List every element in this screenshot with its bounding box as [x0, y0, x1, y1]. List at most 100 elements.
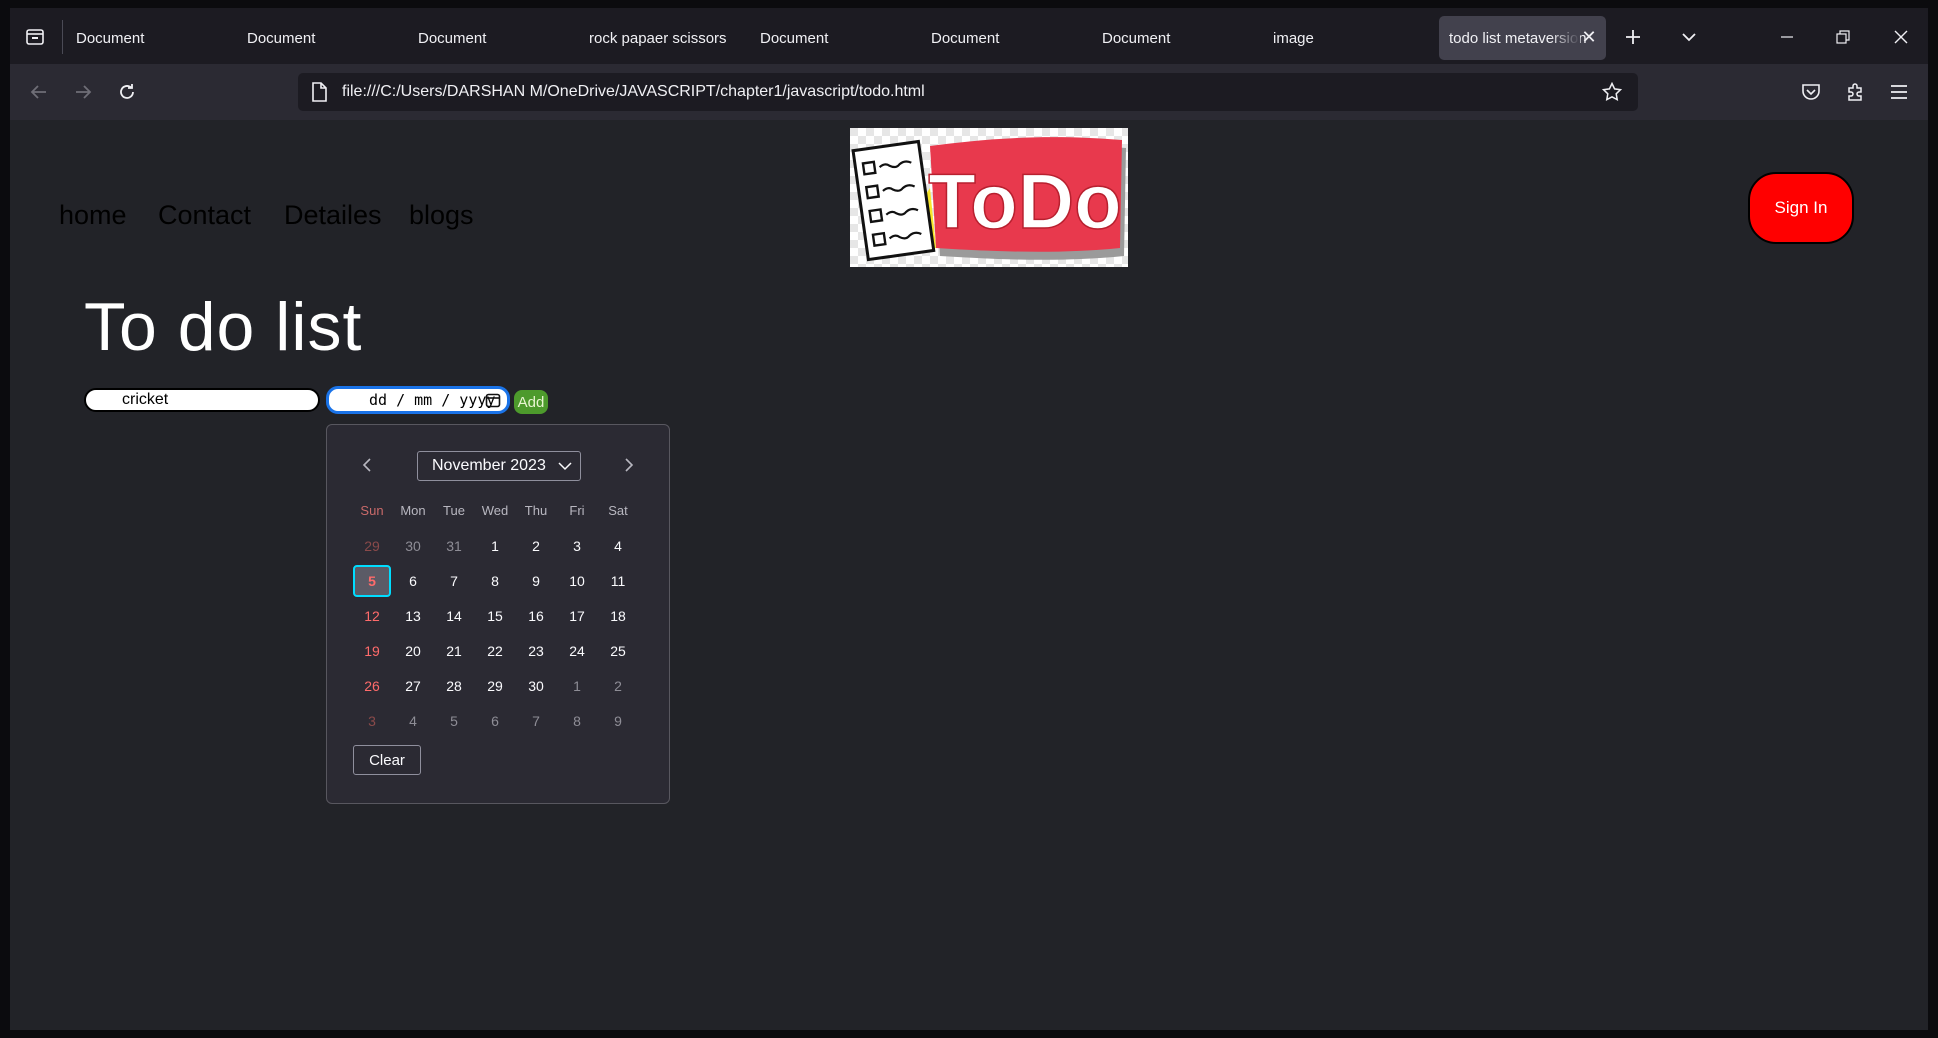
calendar-day[interactable]: 29: [353, 531, 391, 561]
chevron-left-icon: [362, 458, 371, 472]
calendar-day-selected[interactable]: 5: [353, 565, 391, 597]
calendar-day[interactable]: 2: [599, 671, 637, 701]
page-title: To do list: [84, 289, 363, 365]
calendar-day[interactable]: 24: [558, 636, 596, 666]
pocket-button[interactable]: [1796, 77, 1826, 107]
date-input[interactable]: dd / mm / yyyy: [326, 386, 510, 414]
navigation-toolbar: file:///C:/Users/DARSHAN M/OneDrive/JAVA…: [10, 64, 1928, 120]
restore-button[interactable]: [1828, 22, 1858, 52]
calendar-day[interactable]: 3: [353, 706, 391, 736]
previous-month-button[interactable]: [355, 453, 379, 477]
plus-icon: [1626, 30, 1640, 44]
calendar-day[interactable]: 12: [353, 601, 391, 631]
reload-icon: [120, 84, 134, 99]
url-bar[interactable]: file:///C:/Users/DARSHAN M/OneDrive/JAVA…: [298, 73, 1638, 111]
forward-button[interactable]: [68, 77, 98, 107]
tab-strip: Document Document Document rock papaer s…: [10, 8, 1928, 64]
calendar-day[interactable]: 9: [599, 706, 637, 736]
calendar-day[interactable]: 6: [394, 566, 432, 596]
tab-document-3[interactable]: Document: [408, 16, 568, 60]
calendar-day[interactable]: 1: [476, 531, 514, 561]
tab-document-1[interactable]: Document: [66, 16, 226, 60]
minimize-icon: [1781, 36, 1793, 38]
tab-rock-paper-scissors[interactable]: rock papaer scissors: [579, 16, 739, 60]
calendar-day[interactable]: 30: [394, 531, 432, 561]
calendar-day[interactable]: 4: [599, 531, 637, 561]
firefox-view-button[interactable]: [22, 24, 48, 50]
calendar-day[interactable]: 7: [517, 706, 555, 736]
calendar-day[interactable]: 1: [558, 671, 596, 701]
arrow-right-icon: [76, 85, 92, 99]
calendar-day[interactable]: 28: [435, 671, 473, 701]
tab-document-4[interactable]: Document: [750, 16, 910, 60]
calendar-day[interactable]: 29: [476, 671, 514, 701]
calendar-day[interactable]: 11: [599, 566, 637, 596]
weekday-label: Sun: [360, 503, 384, 518]
calendar-icon[interactable]: [485, 392, 501, 408]
nav-link-detailes[interactable]: Detailes: [284, 200, 382, 231]
minimize-button[interactable]: [1772, 22, 1802, 52]
calendar-day[interactable]: 9: [517, 566, 555, 596]
nav-link-home[interactable]: home: [59, 200, 127, 231]
clear-button[interactable]: Clear: [353, 745, 421, 775]
calendar-day[interactable]: 31: [435, 531, 473, 561]
calendar-day[interactable]: 26: [353, 671, 391, 701]
reload-button[interactable]: [112, 77, 142, 107]
calendar-day[interactable]: 10: [558, 566, 596, 596]
calendar-day[interactable]: 14: [435, 601, 473, 631]
date-picker-popup: November 2023 Sun Mon Tue Wed Thu Fri Sat 29 30…: [326, 424, 670, 804]
tab-todo-list[interactable]: todo list metaversion ✕: [1439, 16, 1606, 60]
tab-label: Document: [76, 29, 145, 47]
nav-link-blogs[interactable]: blogs: [409, 200, 474, 231]
tab-fade: [1550, 16, 1580, 60]
tab-image[interactable]: image: [1263, 16, 1423, 60]
close-tab-icon[interactable]: ✕: [1578, 26, 1600, 48]
calendar-day[interactable]: 27: [394, 671, 432, 701]
url-text: file:///C:/Users/DARSHAN M/OneDrive/JAVA…: [342, 83, 925, 100]
calendar-day[interactable]: 19: [353, 636, 391, 666]
calendar-day[interactable]: 7: [435, 566, 473, 596]
calendar-day[interactable]: 3: [558, 531, 596, 561]
sign-in-button[interactable]: Sign In: [1748, 172, 1854, 244]
calendar-day[interactable]: 5: [435, 706, 473, 736]
tab-document-2[interactable]: Document: [237, 16, 397, 60]
calendar-day[interactable]: 20: [394, 636, 432, 666]
calendar-day[interactable]: 25: [599, 636, 637, 666]
extensions-button[interactable]: [1840, 77, 1870, 107]
calendar-day[interactable]: 21: [435, 636, 473, 666]
calendar-day[interactable]: 17: [558, 601, 596, 631]
app-menu-button[interactable]: [1884, 77, 1914, 107]
calendar-day[interactable]: 13: [394, 601, 432, 631]
tab-label: Document: [931, 29, 1000, 47]
tab-document-6[interactable]: Document: [1092, 16, 1252, 60]
task-input[interactable]: cricket: [84, 388, 320, 412]
weekday-label: Wed: [481, 503, 509, 518]
next-month-button[interactable]: [617, 453, 641, 477]
month-year-select[interactable]: November 2023: [417, 451, 581, 481]
calendar-day[interactable]: 2: [517, 531, 555, 561]
calendar-day[interactable]: 22: [476, 636, 514, 666]
calendar-day[interactable]: 16: [517, 601, 555, 631]
date-placeholder: dd / mm / yyyy: [369, 391, 496, 409]
file-icon: [312, 82, 327, 102]
calendar-day[interactable]: 4: [394, 706, 432, 736]
nav-link-contact[interactable]: Contact: [158, 200, 251, 231]
add-button[interactable]: Add: [514, 390, 548, 414]
new-tab-button[interactable]: [1618, 22, 1648, 52]
calendar-day[interactable]: 8: [558, 706, 596, 736]
chevron-down-icon: [1682, 33, 1696, 42]
web-page: home Contact Detailes blogs ToDo Sign In…: [10, 120, 1928, 1030]
calendar-day[interactable]: 6: [476, 706, 514, 736]
close-window-button[interactable]: [1886, 22, 1916, 52]
calendar-day[interactable]: 15: [476, 601, 514, 631]
calendar-day[interactable]: 30: [517, 671, 555, 701]
list-all-tabs-button[interactable]: [1674, 22, 1704, 52]
calendar-day[interactable]: 8: [476, 566, 514, 596]
back-button[interactable]: [24, 77, 54, 107]
calendar-day[interactable]: 18: [599, 601, 637, 631]
tab-document-5[interactable]: Document: [921, 16, 1081, 60]
logo-text: ToDo: [928, 157, 1121, 245]
calendar-day[interactable]: 23: [517, 636, 555, 666]
star-bookmark-icon[interactable]: [1602, 82, 1622, 102]
weekday-label: Fri: [569, 503, 585, 518]
